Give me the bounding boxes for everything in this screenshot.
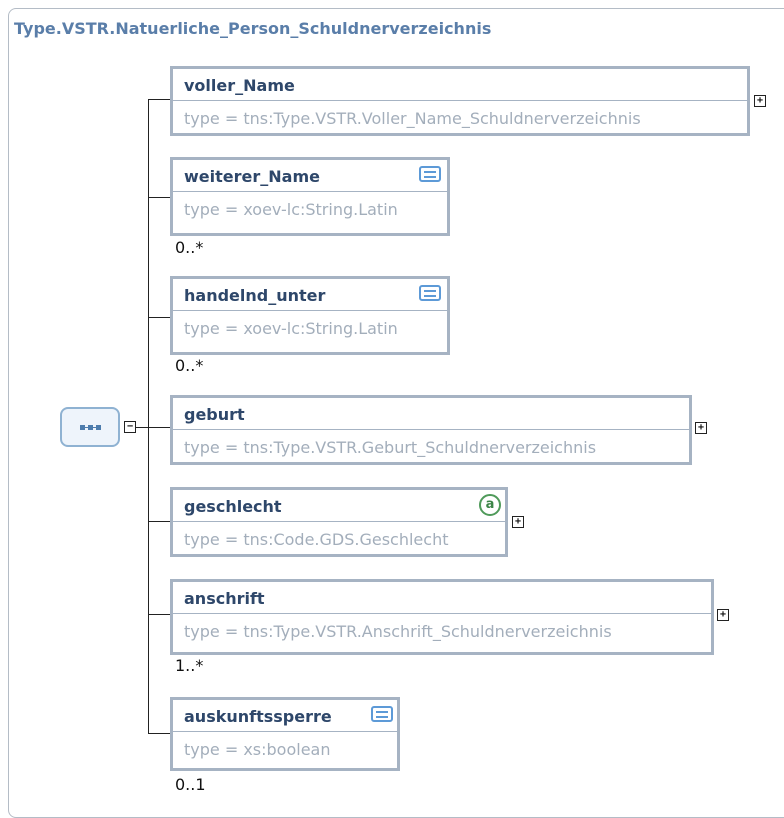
element-name-row: geschlecht a [173, 490, 505, 522]
element-type: type = tns:Code.GDS.Geschlecht [184, 530, 449, 549]
sequence-compositor[interactable] [60, 407, 120, 447]
element-type: type = tns:Type.VSTR.Voller_Name_Schuldn… [184, 109, 641, 128]
cardinality-label: 1..* [175, 656, 204, 675]
element-auskunftssperre[interactable]: auskunftssperre type = xs:boolean [170, 697, 400, 771]
connector-line [148, 427, 170, 428]
connector-line [148, 197, 170, 198]
documentation-icon [419, 166, 441, 182]
element-name-row: auskunftssperre [173, 700, 397, 732]
connector-line [136, 427, 148, 428]
element-handelnd-unter[interactable]: handelnd_unter type = xoev-lc:String.Lat… [170, 276, 450, 355]
element-type: type = tns:Type.VSTR.Anschrift_Schuldner… [184, 622, 612, 641]
element-name-row: weiterer_Name [173, 160, 447, 192]
sequence-collapse-button[interactable]: − [124, 421, 136, 433]
element-name: geschlecht [184, 497, 282, 516]
sequence-icon [80, 425, 102, 430]
element-name: geburt [184, 405, 245, 424]
element-geburt[interactable]: geburt type = tns:Type.VSTR.Geburt_Schul… [170, 395, 692, 465]
element-voller-name[interactable]: voller_Name type = tns:Type.VSTR.Voller_… [170, 66, 750, 136]
element-type: type = xoev-lc:String.Latin [184, 200, 398, 219]
element-name: anschrift [184, 589, 265, 608]
expand-button[interactable]: + [754, 95, 766, 107]
element-name: weiterer_Name [184, 167, 320, 186]
element-name: voller_Name [184, 76, 295, 95]
cardinality-label: 0..1 [175, 775, 206, 794]
element-anschrift[interactable]: anschrift type = tns:Type.VSTR.Anschrift… [170, 579, 714, 655]
element-geschlecht[interactable]: geschlecht a type = tns:Code.GDS.Geschle… [170, 487, 508, 557]
cardinality-label: 0..* [175, 238, 204, 257]
connector-line [148, 521, 170, 522]
connector-line [148, 614, 170, 615]
connector-line [148, 733, 170, 734]
element-name-row: geburt [173, 398, 689, 430]
connector-line [148, 317, 170, 318]
element-type: type = tns:Type.VSTR.Geburt_Schuldnerver… [184, 438, 597, 457]
element-type: type = xoev-lc:String.Latin [184, 319, 398, 338]
vertical-connector [148, 99, 149, 734]
element-name-row: voller_Name [173, 69, 747, 101]
expand-button[interactable]: + [717, 609, 729, 621]
documentation-icon [419, 285, 441, 301]
element-name-row: handelnd_unter [173, 279, 447, 311]
expand-button[interactable]: + [695, 422, 707, 434]
connector-line [148, 99, 170, 100]
element-name-row: anschrift [173, 582, 711, 614]
attribute-icon: a [479, 494, 501, 516]
documentation-icon [371, 706, 393, 722]
cardinality-label: 0..* [175, 356, 204, 375]
element-name: handelnd_unter [184, 286, 326, 305]
element-name: auskunftssperre [184, 707, 332, 726]
element-type: type = xs:boolean [184, 740, 331, 759]
expand-button[interactable]: + [512, 516, 524, 528]
element-weiterer-name[interactable]: weiterer_Name type = xoev-lc:String.Lati… [170, 157, 450, 236]
complex-type-title: Type.VSTR.Natuerliche_Person_Schuldnerve… [14, 19, 492, 38]
